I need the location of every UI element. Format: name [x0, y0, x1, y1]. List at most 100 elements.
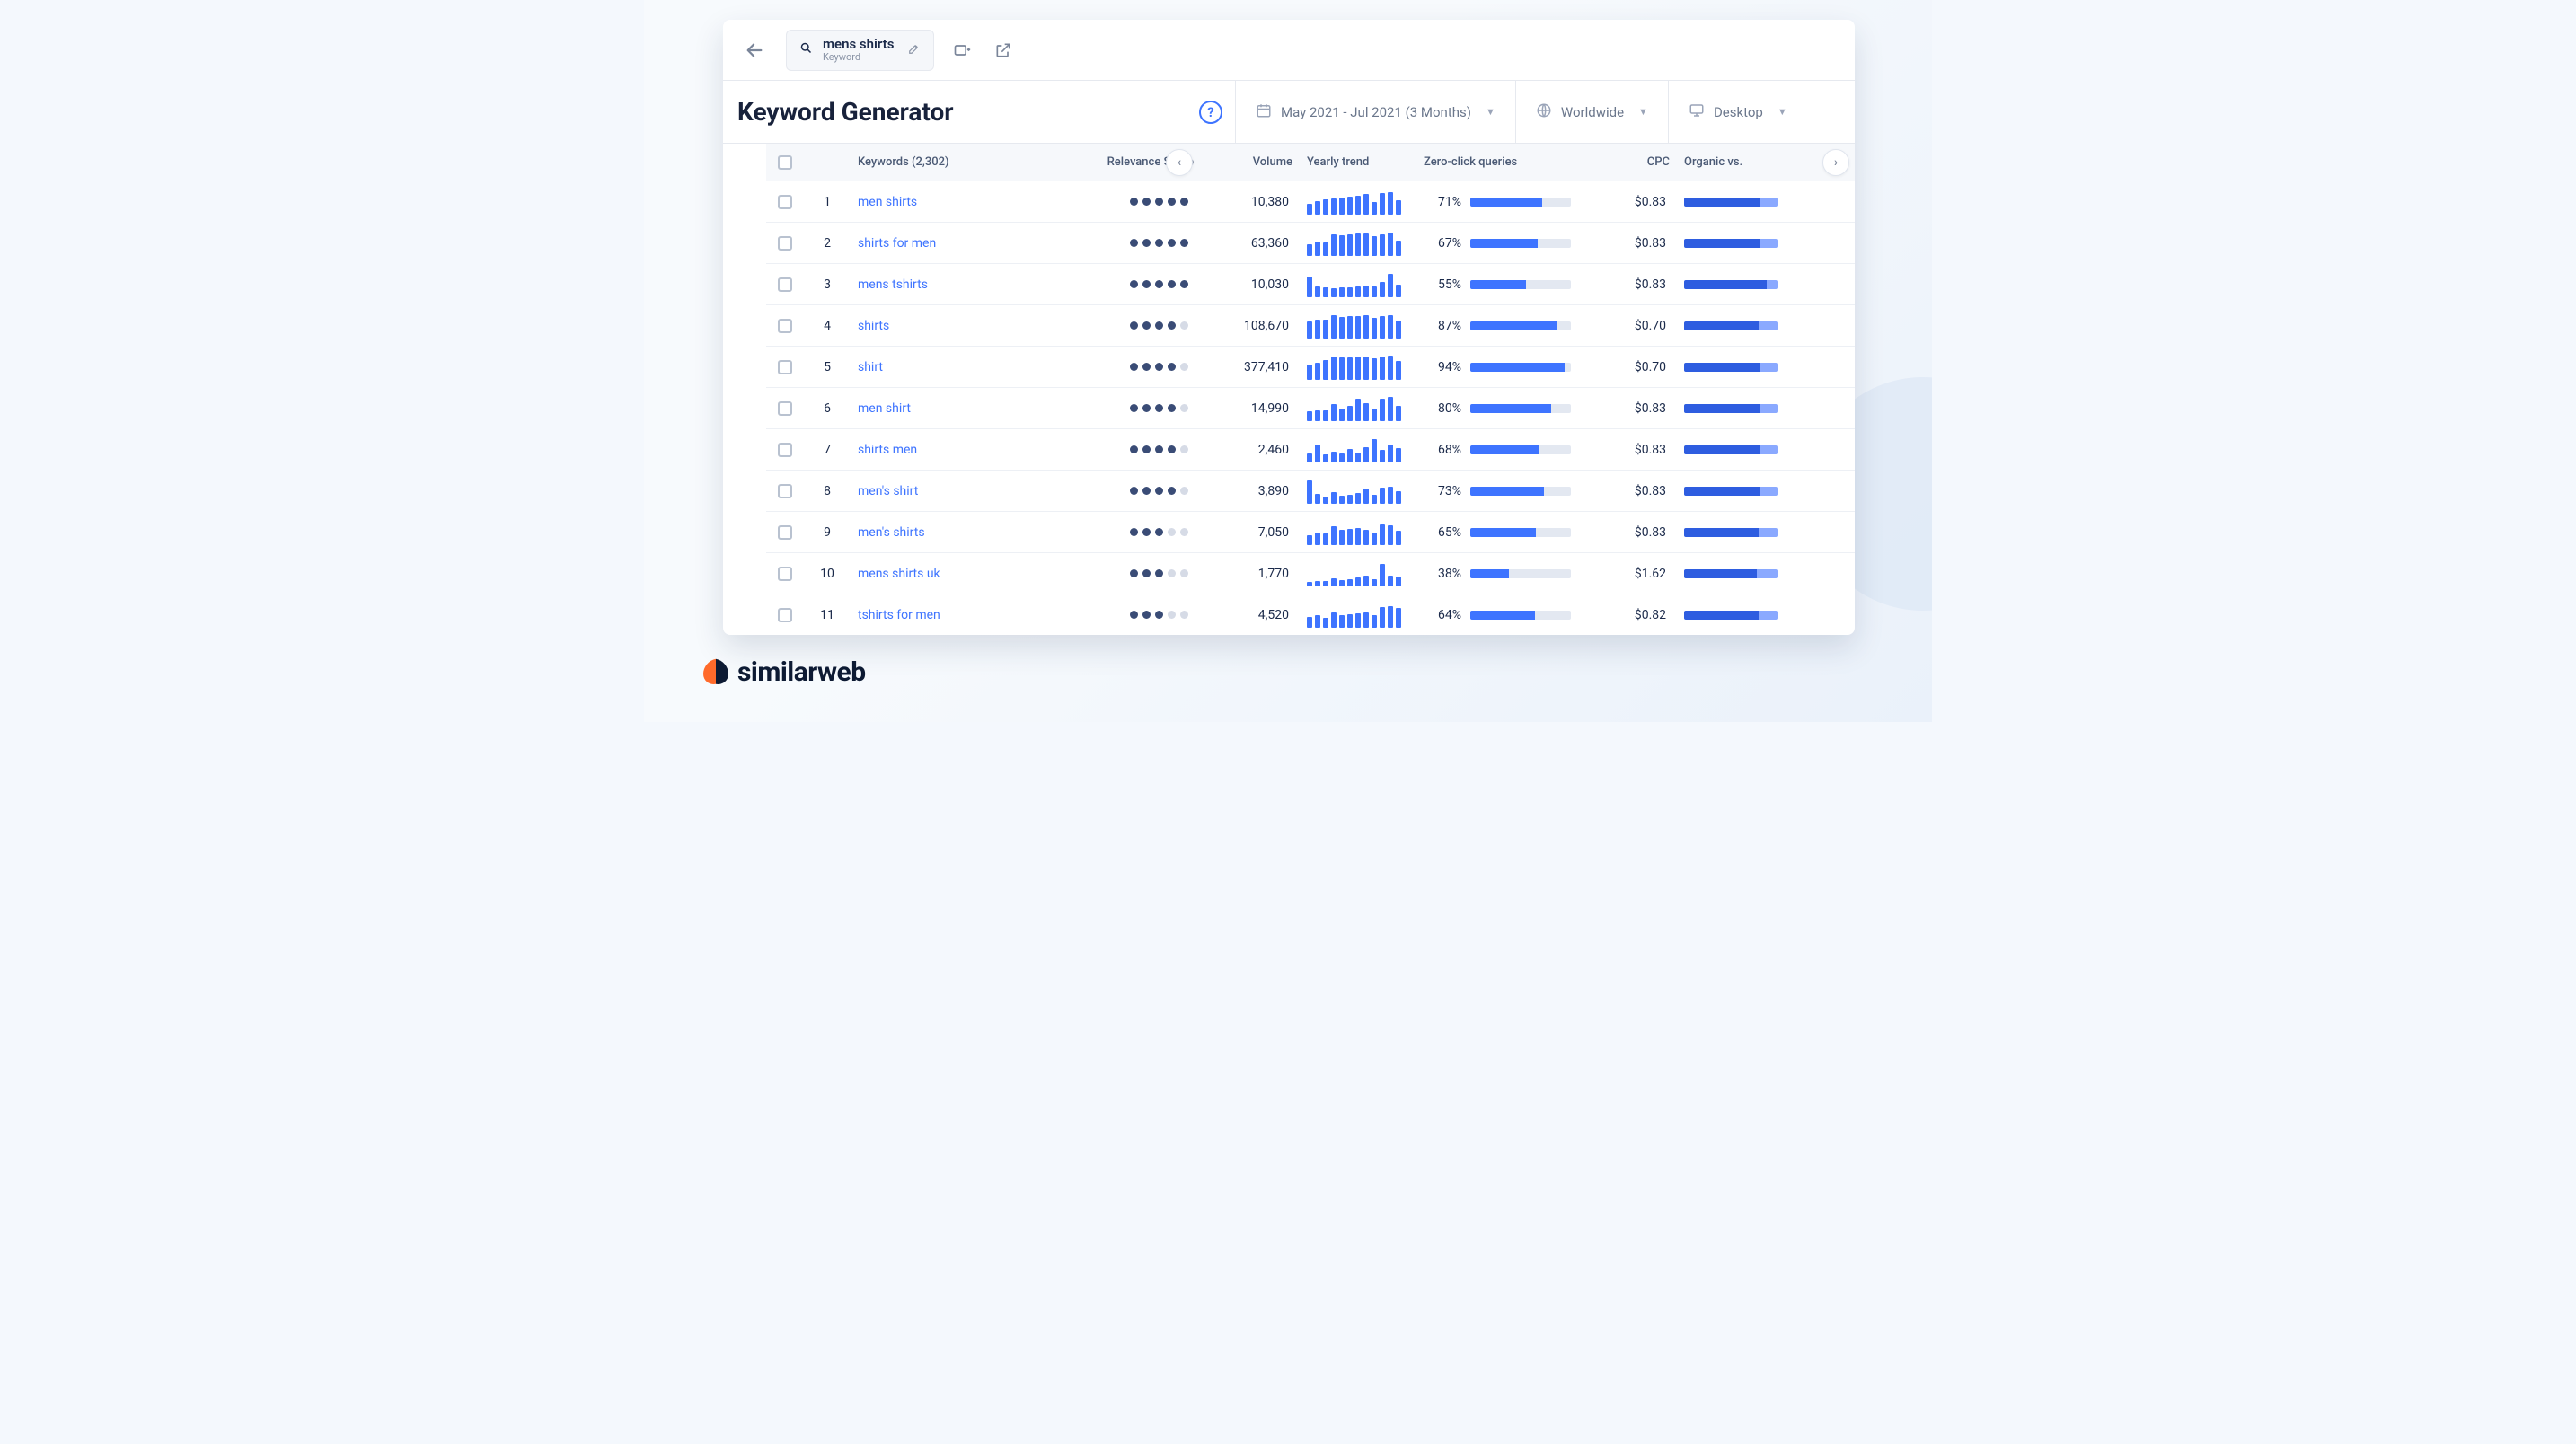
volume-value: 4,520 — [1201, 608, 1300, 622]
keyword-link[interactable]: shirts — [858, 319, 889, 333]
keyword-link[interactable]: men shirts — [858, 195, 917, 209]
zero-click-bar: 87% — [1424, 319, 1571, 333]
yearly-trend-sparkline — [1307, 396, 1409, 421]
volume-value: 7,050 — [1201, 525, 1300, 540]
device-filter[interactable]: Desktop ▼ — [1668, 81, 1807, 143]
similarweb-icon — [703, 660, 728, 685]
table-row: 4shirts108,67087%$0.70 — [766, 305, 1855, 347]
chevron-down-icon: ▼ — [1638, 106, 1648, 118]
yearly-trend-sparkline — [1307, 313, 1409, 339]
open-external-button[interactable] — [990, 37, 1017, 64]
keyword-search-chip[interactable]: mens shirts Keyword — [786, 30, 934, 71]
row-index: 1 — [804, 195, 851, 209]
chevron-down-icon: ▼ — [1486, 106, 1495, 118]
organic-vs-paid-bar — [1684, 404, 1778, 413]
search-icon — [798, 41, 814, 58]
row-checkbox[interactable] — [778, 443, 792, 457]
row-checkbox[interactable] — [778, 236, 792, 251]
row-checkbox[interactable] — [778, 319, 792, 333]
table-header: Keywords (2,302) Relevance Score Volume … — [766, 144, 1855, 181]
keyword-link[interactable]: men shirt — [858, 401, 911, 416]
row-checkbox[interactable] — [778, 195, 792, 209]
yearly-trend-sparkline — [1307, 561, 1409, 586]
table-row: 1men shirts10,38071%$0.83 — [766, 181, 1855, 223]
keyword-link[interactable]: mens tshirts — [858, 277, 928, 292]
device-label: Desktop — [1714, 104, 1763, 120]
brand-logo: similarweb — [703, 656, 866, 688]
yearly-trend-sparkline — [1307, 437, 1409, 462]
row-index: 7 — [804, 443, 851, 457]
col-trend[interactable]: Yearly trend — [1300, 155, 1416, 169]
volume-value: 3,890 — [1201, 484, 1300, 498]
relevance-score — [1082, 611, 1194, 619]
row-checkbox[interactable] — [778, 525, 792, 540]
row-checkbox[interactable] — [778, 277, 792, 292]
cpc-value: $0.70 — [1578, 319, 1677, 333]
row-index: 5 — [804, 360, 851, 374]
back-button[interactable] — [737, 33, 772, 67]
relevance-score — [1082, 321, 1194, 330]
relevance-score — [1082, 239, 1194, 247]
cpc-value: $0.83 — [1578, 525, 1677, 540]
organic-vs-paid-bar — [1684, 239, 1778, 248]
volume-value: 63,360 — [1201, 236, 1300, 251]
zero-click-bar: 94% — [1424, 360, 1571, 374]
keyword-link[interactable]: mens shirts uk — [858, 567, 940, 581]
yearly-trend-sparkline — [1307, 520, 1409, 545]
scroll-right-button[interactable]: › — [1822, 149, 1849, 176]
calendar-icon — [1256, 102, 1272, 122]
select-all-checkbox[interactable] — [778, 155, 792, 170]
col-zero-click[interactable]: Zero-click queries — [1416, 155, 1578, 169]
col-organic[interactable]: Organic vs. — [1677, 155, 1785, 169]
zero-click-bar: 65% — [1424, 525, 1571, 540]
zero-click-bar: 55% — [1424, 277, 1571, 292]
yearly-trend-sparkline — [1307, 603, 1409, 628]
cpc-value: $0.83 — [1578, 484, 1677, 498]
table-row: 8men's shirt3,89073%$0.83 — [766, 471, 1855, 512]
region-filter[interactable]: Worldwide ▼ — [1515, 81, 1668, 143]
table-row: 3mens tshirts10,03055%$0.83 — [766, 264, 1855, 305]
organic-vs-paid-bar — [1684, 280, 1778, 289]
keyword-link[interactable]: men's shirt — [858, 484, 918, 498]
add-to-list-button[interactable] — [948, 37, 975, 64]
table-row: 10mens shirts uk1,77038%$1.62 — [766, 553, 1855, 594]
desktop-icon — [1689, 102, 1705, 122]
search-term: mens shirts — [823, 37, 894, 52]
volume-value: 14,990 — [1201, 401, 1300, 416]
help-button[interactable]: ? — [1199, 101, 1222, 124]
row-checkbox[interactable] — [778, 567, 792, 581]
table-row: 6men shirt14,99080%$0.83 — [766, 388, 1855, 429]
cpc-value: $0.83 — [1578, 195, 1677, 209]
col-volume[interactable]: Volume — [1201, 155, 1300, 169]
keyword-link[interactable]: shirts men — [858, 443, 917, 457]
brand-label: similarweb — [737, 656, 866, 688]
organic-vs-paid-bar — [1684, 363, 1778, 372]
date-range-filter[interactable]: May 2021 - Jul 2021 (3 Months) ▼ — [1235, 81, 1515, 143]
table-row: 2shirts for men63,36067%$0.83 — [766, 223, 1855, 264]
keyword-link[interactable]: shirts for men — [858, 236, 936, 251]
row-checkbox[interactable] — [778, 608, 792, 622]
zero-click-bar: 73% — [1424, 484, 1571, 498]
top-bar: mens shirts Keyword — [723, 20, 1855, 81]
organic-vs-paid-bar — [1684, 569, 1778, 578]
row-checkbox[interactable] — [778, 401, 792, 416]
row-index: 10 — [804, 567, 851, 581]
col-cpc[interactable]: CPC — [1578, 155, 1677, 169]
volume-value: 10,030 — [1201, 277, 1300, 292]
keyword-link[interactable]: men's shirts — [858, 525, 925, 540]
row-checkbox[interactable] — [778, 360, 792, 374]
edit-search-icon[interactable] — [908, 42, 921, 58]
row-checkbox[interactable] — [778, 484, 792, 498]
zero-click-bar: 38% — [1424, 567, 1571, 581]
yearly-trend-sparkline — [1307, 189, 1409, 215]
row-index: 6 — [804, 401, 851, 416]
scroll-left-button[interactable]: ‹ — [1166, 149, 1193, 176]
row-index: 9 — [804, 525, 851, 540]
organic-vs-paid-bar — [1684, 198, 1778, 207]
yearly-trend-sparkline — [1307, 479, 1409, 504]
keyword-link[interactable]: tshirts for men — [858, 608, 940, 622]
col-keywords[interactable]: Keywords (2,302) — [851, 155, 1075, 169]
volume-value: 377,410 — [1201, 360, 1300, 374]
keyword-link[interactable]: shirt — [858, 360, 883, 374]
relevance-score — [1082, 528, 1194, 536]
